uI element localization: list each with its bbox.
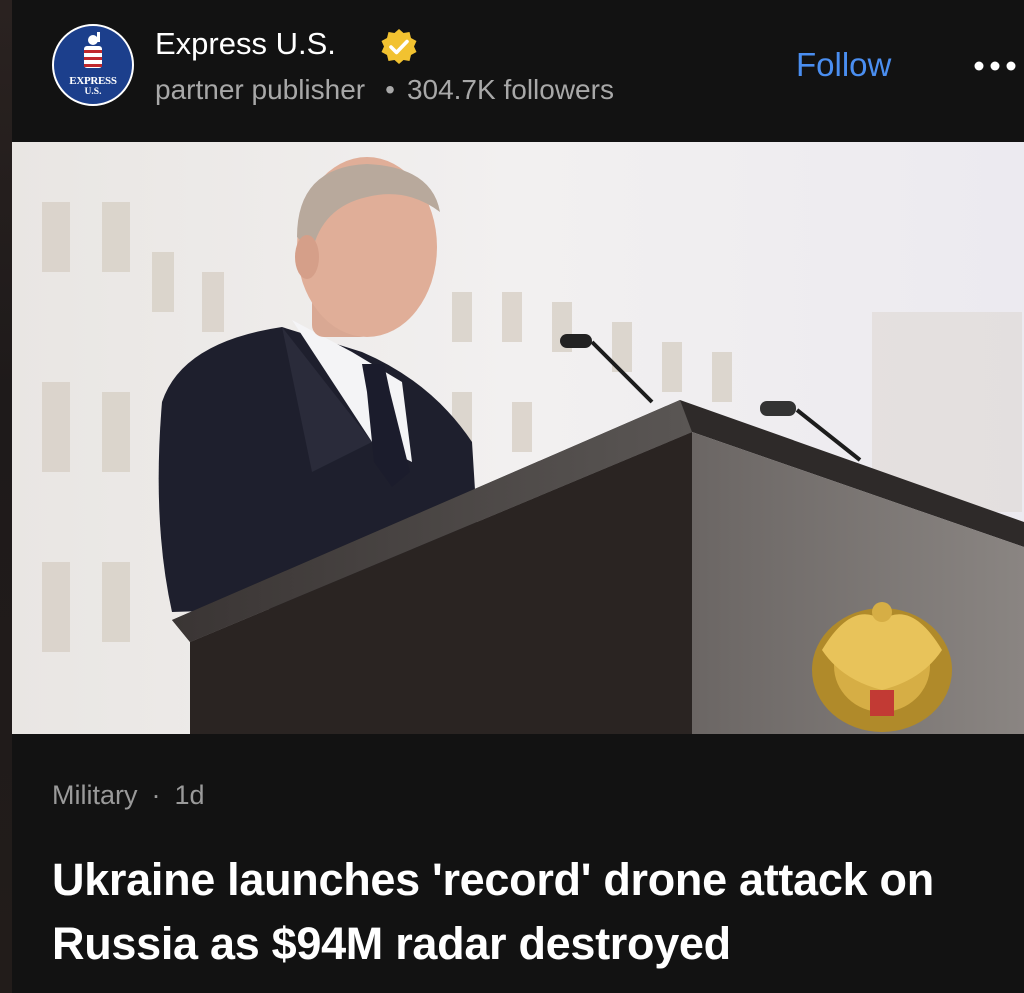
article-category[interactable]: Military [52,780,138,810]
publisher-header: EXPRESS U.S. Express U.S. partner publis… [12,0,1024,142]
article-age: 1d [174,780,205,810]
article-headline[interactable]: Ukraine launches 'record' drone attack o… [52,848,1012,976]
avatar-text-line2: U.S. [84,87,102,97]
article-meta-separator: · [151,780,161,810]
more-dots-icon[interactable] [970,50,1020,80]
news-card[interactable]: EXPRESS U.S. Express U.S. partner publis… [12,0,1024,993]
article-image[interactable] [12,142,1024,734]
publisher-avatar[interactable]: EXPRESS U.S. [52,24,134,106]
window-edge [0,0,12,993]
publisher-name[interactable]: Express U.S. [155,26,336,62]
publisher-type: partner publisher [155,74,366,105]
meta-separator: • [385,74,395,105]
article-meta: Military · 1d [52,780,205,811]
follower-count: 304.7K followers [406,74,614,105]
verified-badge-icon [381,29,417,64]
avatar-text-line1: EXPRESS [69,75,117,87]
publisher-meta: partner publisher • 304.7K followers [155,74,614,106]
follow-button[interactable]: Follow [796,46,891,84]
